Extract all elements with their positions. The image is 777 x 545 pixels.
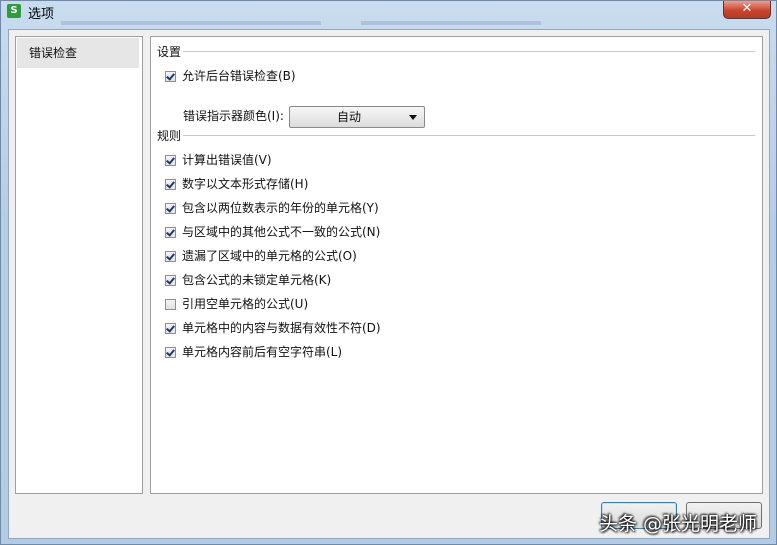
settings-divider xyxy=(183,51,755,52)
options-dialog: S 选项 ✕ 错误检查 设置 允许后台错误检查(B) 错误指示器颜色(I): 自… xyxy=(0,0,777,545)
background-check-label: 允许后台错误检查(B) xyxy=(182,69,296,83)
rule-checkbox[interactable] xyxy=(165,251,176,262)
rule-checkbox[interactable] xyxy=(165,203,176,214)
rule-checkbox[interactable] xyxy=(165,179,176,190)
rule-checkbox[interactable] xyxy=(165,347,176,358)
indicator-color-label: 错误指示器颜色(I): xyxy=(183,109,284,123)
chevron-down-icon xyxy=(409,115,417,120)
rule-option[interactable]: 计算出错误值(V) xyxy=(165,151,272,169)
rule-option[interactable]: 包含公式的未锁定单元格(K) xyxy=(165,271,331,289)
blurred-toolbar-strip xyxy=(361,21,541,25)
rule-label: 包含公式的未锁定单元格(K) xyxy=(182,273,332,287)
blurred-toolbar-strip xyxy=(61,21,321,25)
rules-divider xyxy=(183,135,755,136)
rule-option[interactable]: 引用空单元格的公式(U) xyxy=(165,295,308,313)
rule-label: 包含以两位数表示的年份的单元格(Y) xyxy=(182,201,379,215)
category-list: 错误检查 xyxy=(15,36,143,494)
close-button[interactable]: ✕ xyxy=(723,1,771,19)
window-title: 选项 xyxy=(28,7,55,22)
rule-checkbox[interactable] xyxy=(165,155,176,166)
rule-label: 遗漏了区域中的单元格的公式(O) xyxy=(182,249,357,263)
rule-option[interactable]: 与区域中的其他公式不一致的公式(N) xyxy=(165,223,380,241)
indicator-color-dropdown[interactable]: 自动 xyxy=(289,106,425,128)
rule-option[interactable]: 包含以两位数表示的年份的单元格(Y) xyxy=(165,199,379,217)
nav-item-error-checking[interactable]: 错误检查 xyxy=(17,38,139,68)
rule-label: 单元格内容前后有空字符串(L) xyxy=(182,345,343,359)
rule-option[interactable]: 单元格中的内容与数据有效性不符(D) xyxy=(165,319,381,337)
rule-checkbox[interactable] xyxy=(165,299,176,310)
watermark-text: 头条 @张光明老师 xyxy=(599,513,758,535)
dialog-body: 错误检查 设置 允许后台错误检查(B) 错误指示器颜色(I): 自动 规则 计算… xyxy=(8,29,770,539)
background-check-option[interactable]: 允许后台错误检查(B) xyxy=(165,67,296,85)
rule-checkbox[interactable] xyxy=(165,275,176,286)
background-check-checkbox[interactable] xyxy=(165,71,176,82)
rule-checkbox[interactable] xyxy=(165,323,176,334)
rule-option[interactable]: 遗漏了区域中的单元格的公式(O) xyxy=(165,247,357,265)
rule-label: 数字以文本形式存储(H) xyxy=(182,177,309,191)
rule-option[interactable]: 单元格内容前后有空字符串(L) xyxy=(165,343,342,361)
rule-checkbox[interactable] xyxy=(165,227,176,238)
title-bar[interactable]: S 选项 ✕ xyxy=(1,1,776,25)
rule-option[interactable]: 数字以文本形式存储(H) xyxy=(165,175,308,193)
indicator-color-value: 自动 xyxy=(336,110,361,124)
wps-spreadsheet-icon: S xyxy=(7,4,21,18)
settings-section-title: 设置 xyxy=(157,45,182,59)
rule-label: 与区域中的其他公式不一致的公式(N) xyxy=(182,225,381,239)
error-checking-panel: 设置 允许后台错误检查(B) 错误指示器颜色(I): 自动 规则 计算出错误值(… xyxy=(150,36,763,494)
rule-label: 单元格中的内容与数据有效性不符(D) xyxy=(182,321,381,335)
rule-label: 计算出错误值(V) xyxy=(182,153,272,167)
rule-label: 引用空单元格的公式(U) xyxy=(182,297,309,311)
rules-section-title: 规则 xyxy=(157,129,182,143)
